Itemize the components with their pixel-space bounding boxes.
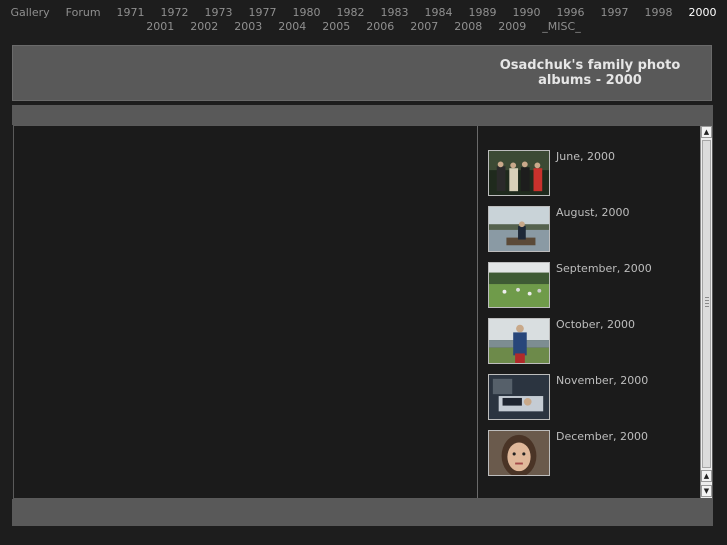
album-item-september[interactable]: September, 2000 — [488, 262, 698, 318]
nav-link-1980[interactable]: 1980 — [293, 6, 321, 20]
album-item-june[interactable]: June, 2000 — [488, 150, 698, 206]
album-item-december[interactable]: December, 2000 — [488, 430, 698, 486]
nav-link-gallery[interactable]: Gallery — [10, 6, 49, 20]
nav-link-1982[interactable]: 1982 — [337, 6, 365, 20]
nav-link-2008[interactable]: 2008 — [454, 20, 482, 34]
album-list-scrollbar[interactable]: ▲ ▲ ▼ — [700, 126, 712, 498]
nav-link-2007[interactable]: 2007 — [410, 20, 438, 34]
page-footer — [12, 499, 713, 526]
nav-link-1977[interactable]: 1977 — [249, 6, 277, 20]
page-title: Osadchuk's family photo albums - 2000 — [499, 58, 681, 88]
scroll-up-arrow-icon[interactable]: ▲ — [701, 126, 712, 138]
album-list: June, 2000 August, 2000 September, 2000 … — [488, 150, 698, 486]
nav-link-1983[interactable]: 1983 — [381, 6, 409, 20]
gallery-panel: June, 2000 August, 2000 September, 2000 … — [13, 125, 713, 499]
album-label[interactable]: June, 2000 — [556, 150, 615, 163]
scrollbar-thumb[interactable] — [702, 140, 711, 468]
nav-link-1971[interactable]: 1971 — [117, 6, 145, 20]
nav-link-1996[interactable]: 1996 — [557, 6, 585, 20]
photo-viewer — [14, 126, 478, 498]
nav-link-2002[interactable]: 2002 — [190, 20, 218, 34]
album-thumbnail[interactable] — [488, 262, 550, 308]
nav-link-2005[interactable]: 2005 — [322, 20, 350, 34]
nav-link-2004[interactable]: 2004 — [278, 20, 306, 34]
nav-link-1972[interactable]: 1972 — [161, 6, 189, 20]
scroll-down-arrow-icon[interactable]: ▼ — [701, 485, 712, 497]
nav-link-2000-active[interactable]: 2000 — [689, 6, 717, 20]
nav-link-1984[interactable]: 1984 — [425, 6, 453, 20]
album-label[interactable]: October, 2000 — [556, 318, 635, 331]
page-header: Osadchuk's family photo albums - 2000 — [12, 45, 712, 101]
album-thumbnail[interactable] — [488, 430, 550, 476]
nav-link-misc[interactable]: _MISC_ — [542, 20, 580, 34]
album-label[interactable]: November, 2000 — [556, 374, 648, 387]
scroll-up-arrow-icon-lower[interactable]: ▲ — [701, 470, 712, 482]
nav-link-1997[interactable]: 1997 — [601, 6, 629, 20]
album-item-november[interactable]: November, 2000 — [488, 374, 698, 430]
nav-link-2003[interactable]: 2003 — [234, 20, 262, 34]
nav-row-1: Gallery Forum 1971 1972 1973 1977 1980 1982 1983… — [0, 6, 727, 20]
album-label[interactable]: August, 2000 — [556, 206, 629, 219]
nav-link-1973[interactable]: 1973 — [205, 6, 233, 20]
toolbar-strip — [12, 105, 713, 125]
album-thumbnail[interactable] — [488, 150, 550, 196]
nav-row-2: 2001 2002 2003 2004 2005 2006 2007 2008 2009 _MIS… — [0, 20, 727, 34]
album-label[interactable]: December, 2000 — [556, 430, 648, 443]
grip-icon — [705, 297, 709, 309]
album-item-october[interactable]: October, 2000 — [488, 318, 698, 374]
nav-link-2001[interactable]: 2001 — [146, 20, 174, 34]
album-thumbnail[interactable] — [488, 206, 550, 252]
nav-link-1998[interactable]: 1998 — [645, 6, 673, 20]
album-item-august[interactable]: August, 2000 — [488, 206, 698, 262]
album-thumbnail[interactable] — [488, 318, 550, 364]
top-navigation: Gallery Forum 1971 1972 1973 1977 1980 1982 1983… — [0, 6, 727, 34]
album-thumbnail[interactable] — [488, 374, 550, 420]
nav-link-1990[interactable]: 1990 — [513, 6, 541, 20]
nav-link-2006[interactable]: 2006 — [366, 20, 394, 34]
nav-link-2009[interactable]: 2009 — [498, 20, 526, 34]
album-label[interactable]: September, 2000 — [556, 262, 652, 275]
nav-link-1989[interactable]: 1989 — [469, 6, 497, 20]
nav-link-forum[interactable]: Forum — [66, 6, 101, 20]
